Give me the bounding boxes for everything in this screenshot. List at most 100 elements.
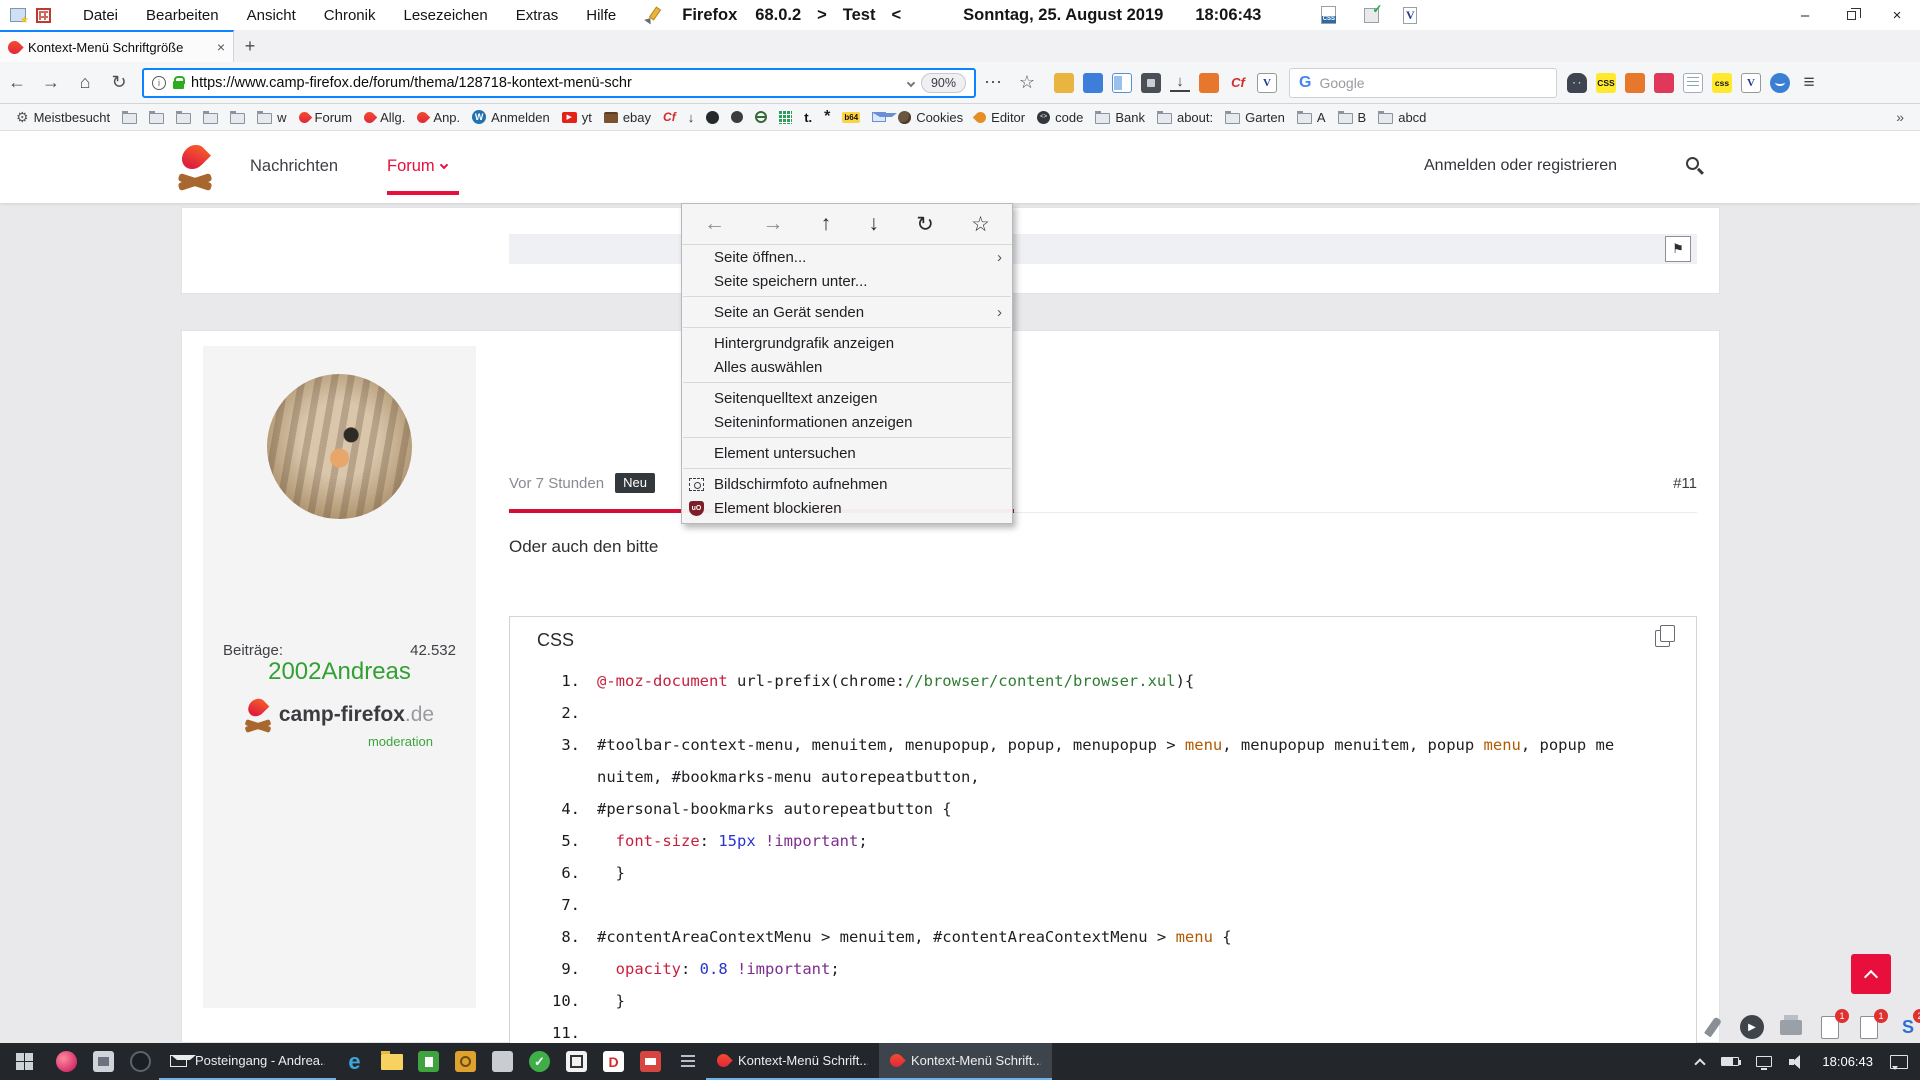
bookmark-item-ebay[interactable]: ebay: [598, 104, 657, 130]
taskbar-window-firefox-1[interactable]: Kontext-Menü Schrift...: [706, 1043, 879, 1080]
orange2-extension-icon[interactable]: [1625, 73, 1645, 93]
bookmark-item[interactable]: [773, 104, 798, 130]
blue-folder-icon[interactable]: [1083, 73, 1103, 93]
tab-close-icon[interactable]: ×: [217, 39, 225, 55]
bookmark-item-abcd[interactable]: abcd: [1372, 104, 1432, 130]
context-menu-item-0[interactable]: Seite öffnen...›: [682, 245, 1012, 269]
printer-icon[interactable]: [1778, 1014, 1804, 1040]
menu-lesezeichen[interactable]: Lesezeichen: [389, 7, 501, 24]
context-menu-item-13[interactable]: Bildschirmfoto aufnehmen: [682, 472, 1012, 496]
remote-desktop-icon[interactable]: [632, 1043, 669, 1080]
explorer-icon[interactable]: [373, 1043, 410, 1080]
tools-icon[interactable]: [1141, 73, 1161, 93]
bookmark-item-bank[interactable]: Bank: [1089, 104, 1151, 130]
bookmark-item-code[interactable]: code: [1031, 104, 1089, 130]
up-icon[interactable]: ↑: [821, 212, 832, 236]
restore-button[interactable]: [1828, 0, 1874, 30]
library-folder-icon[interactable]: [1054, 73, 1074, 93]
v2-extension-icon[interactable]: V: [1741, 73, 1761, 93]
css-extension-icon[interactable]: CSS: [1596, 73, 1616, 93]
bookmark-item-yt[interactable]: yt: [556, 104, 598, 130]
gray-app-icon[interactable]: [484, 1043, 521, 1080]
antivirus-check-icon[interactable]: [521, 1043, 558, 1080]
colorful-app-icon[interactable]: [48, 1043, 85, 1080]
tab-kontext-menu[interactable]: Kontext-Menü Schriftgröße ×: [0, 30, 234, 62]
d-app-icon[interactable]: [595, 1043, 632, 1080]
context-menu-item-9[interactable]: Seiteninformationen anzeigen: [682, 410, 1012, 434]
photos-app-icon[interactable]: [85, 1043, 122, 1080]
bookmark-item[interactable]: [657, 104, 682, 130]
s-tray-icon[interactable]: S2: [1895, 1014, 1920, 1040]
bookmark-item[interactable]: [682, 104, 701, 130]
bookmark-item[interactable]: [224, 104, 251, 130]
new-tab-button[interactable]: +: [234, 30, 266, 62]
bookmark-item[interactable]: [700, 104, 725, 130]
red-extension-icon[interactable]: [1654, 73, 1674, 93]
url-bar[interactable]: i https://www.camp-firefox.de/forum/them…: [142, 68, 976, 98]
forward-icon[interactable]: →: [762, 212, 783, 236]
bookmark-star-icon[interactable]: ☆: [971, 212, 990, 237]
bookmark-item-forum[interactable]: Forum: [293, 104, 359, 130]
bookmark-star-button[interactable]: ☆: [1010, 72, 1044, 93]
username-link[interactable]: 2002Andreas: [203, 658, 476, 686]
login-link[interactable]: Anmelden oder registrieren: [1424, 157, 1617, 175]
down-icon[interactable]: ↓: [868, 212, 879, 236]
v-extension-icon[interactable]: V: [1257, 73, 1277, 93]
search-bar[interactable]: G: [1289, 68, 1557, 98]
menu-hamburger-icon[interactable]: ≡: [1799, 73, 1819, 93]
orange-extension-icon[interactable]: [1199, 73, 1219, 93]
sheets-app-icon[interactable]: [669, 1043, 706, 1080]
camp-firefox-logo[interactable]: [178, 144, 212, 190]
nav-nachrichten-link[interactable]: Nachrichten: [250, 157, 338, 176]
speaker-icon[interactable]: [1789, 1055, 1805, 1068]
v-file-icon[interactable]: V: [1403, 7, 1417, 24]
menu-chronik[interactable]: Chronik: [310, 7, 390, 24]
notes-pencil-icon[interactable]: [644, 7, 660, 23]
taskbar-window-mail[interactable]: Posteingang - Andrea...: [159, 1043, 336, 1080]
reload-button[interactable]: ↻: [102, 72, 136, 93]
reload-icon[interactable]: ↻: [916, 212, 934, 237]
clipboard-icon[interactable]: 1: [1817, 1014, 1843, 1040]
bookmark-item[interactable]: [143, 104, 170, 130]
menu-datei[interactable]: Datei: [69, 7, 132, 24]
battery-icon[interactable]: [1721, 1057, 1739, 1066]
menu-ansicht[interactable]: Ansicht: [233, 7, 310, 24]
edge-icon[interactable]: e: [336, 1043, 373, 1080]
context-menu-item-14[interactable]: Element blockieren: [682, 496, 1012, 520]
bookmark-item-b[interactable]: B: [1332, 104, 1373, 130]
post-timestamp[interactable]: Vor 7 Stunden: [509, 475, 604, 492]
bookmark-item-w[interactable]: w: [251, 104, 292, 130]
avatar[interactable]: [267, 374, 412, 519]
context-menu-item-6[interactable]: Alles auswählen: [682, 355, 1012, 379]
play-icon[interactable]: ▶: [1739, 1014, 1765, 1040]
calc-check-icon[interactable]: [1364, 8, 1379, 23]
bookmark-item[interactable]: [836, 104, 866, 130]
nav-forum-link[interactable]: Forum: [387, 157, 447, 176]
clipboard-icon-2[interactable]: 1: [1856, 1014, 1882, 1040]
notes-extension-icon[interactable]: [1683, 73, 1703, 93]
calendar-icon[interactable]: [36, 8, 51, 23]
home-button[interactable]: ⌂: [68, 72, 102, 93]
downloads-icon[interactable]: ↓: [1170, 74, 1190, 92]
bookmark-item-cookies[interactable]: Cookies: [892, 104, 969, 130]
start-button[interactable]: [0, 1043, 48, 1080]
bookmark-item-allg[interactable]: Allg.: [358, 104, 411, 130]
bookmarks-overflow-icon[interactable]: »: [1890, 109, 1910, 125]
context-menu-item-5[interactable]: Hintergrundgrafik anzeigen: [682, 331, 1012, 355]
camera-app-icon[interactable]: [122, 1043, 159, 1080]
bookmark-item-meistbesucht[interactable]: Meistbesucht: [10, 104, 116, 130]
context-menu-item-3[interactable]: Seite an Gerät senden›: [682, 300, 1012, 324]
sync-extension-icon[interactable]: [1770, 73, 1790, 93]
session-manager-icon[interactable]: [10, 8, 26, 22]
report-flag-button[interactable]: ⚑: [1665, 236, 1691, 262]
menu-bearbeiten[interactable]: Bearbeiten: [132, 7, 233, 24]
bookmark-item-garten[interactable]: Garten: [1219, 104, 1291, 130]
hidden-icons-chevron[interactable]: [1695, 1058, 1706, 1069]
bookmark-item[interactable]: [749, 104, 773, 130]
site-search-icon[interactable]: [1686, 157, 1699, 170]
url-text[interactable]: https://www.camp-firefox.de/forum/thema/…: [191, 75, 901, 91]
bookmark-item[interactable]: [116, 104, 143, 130]
copy-code-icon[interactable]: [1655, 630, 1670, 647]
key-app-icon[interactable]: [447, 1043, 484, 1080]
bookmark-item[interactable]: [725, 104, 749, 130]
